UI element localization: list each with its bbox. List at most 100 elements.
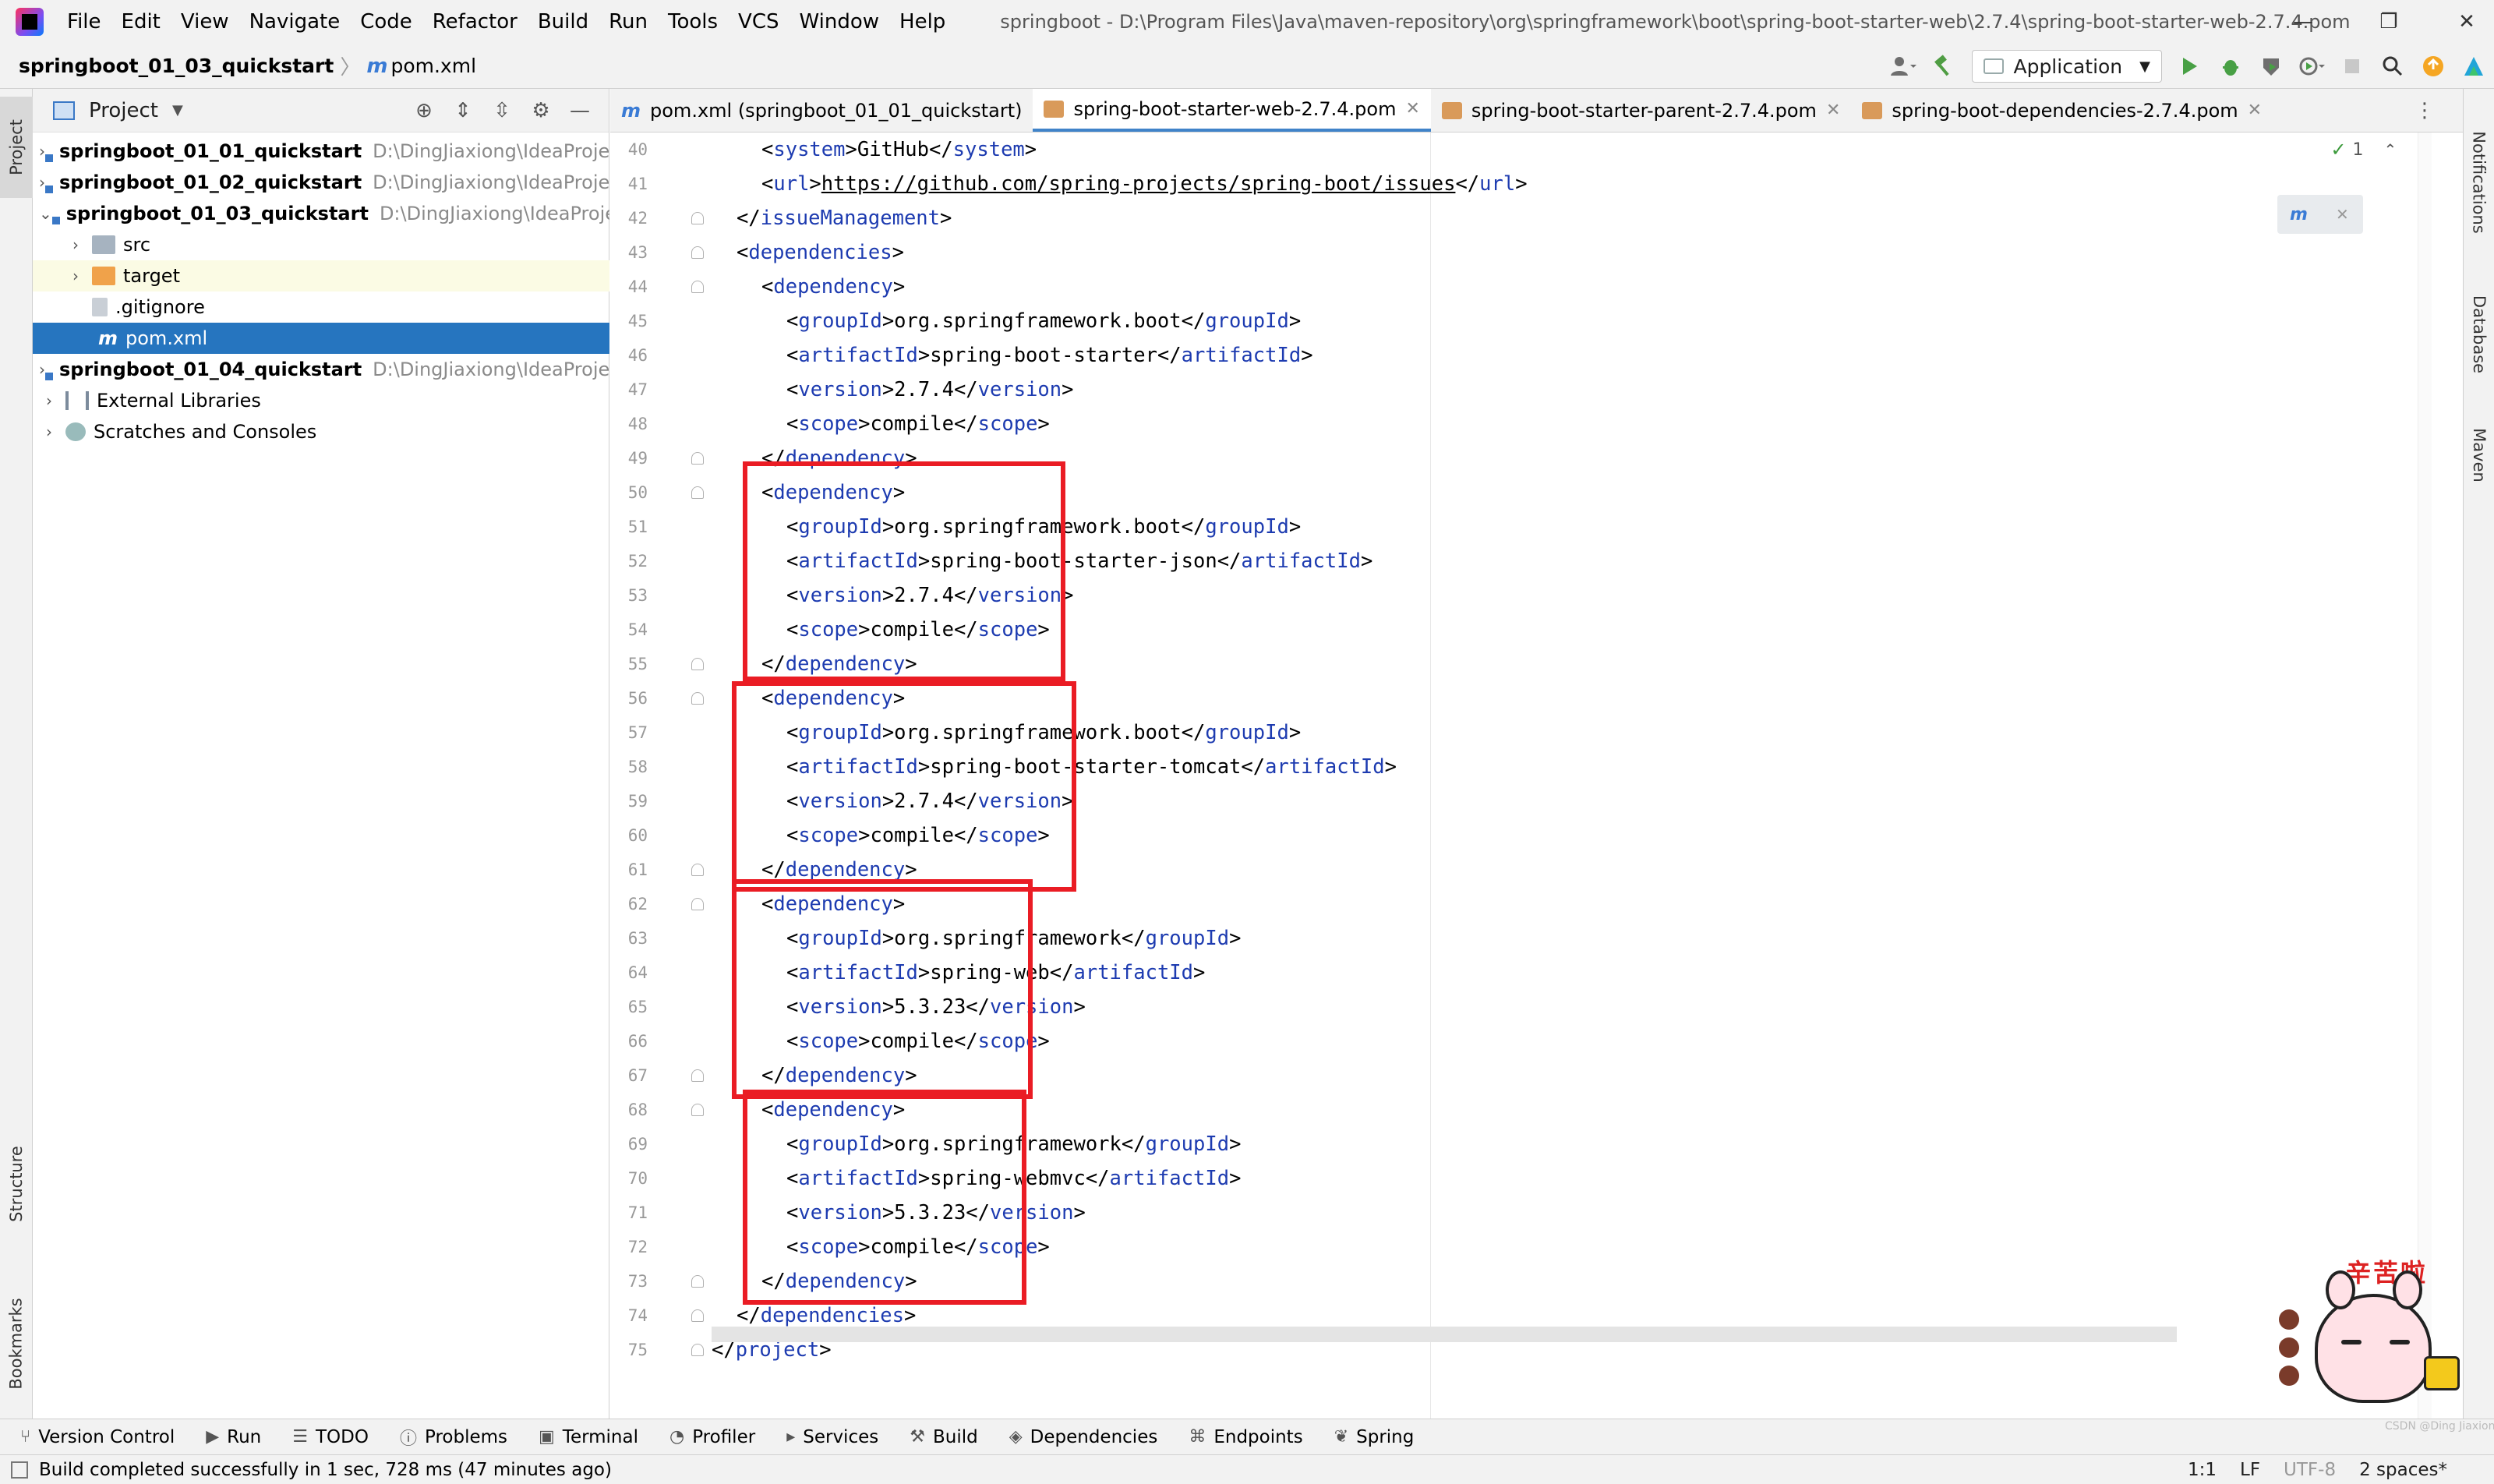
menu-vcs[interactable]: VCS (738, 10, 779, 34)
tree-item-pom-xml[interactable]: m pom.xml (33, 323, 609, 354)
tree-item-module-04[interactable]: › springboot_01_04_quickstart D:\DingJia… (33, 354, 609, 385)
close-window-button[interactable]: ✕ (2439, 0, 2494, 44)
locate-icon[interactable]: ⊕ (404, 99, 443, 122)
run-configuration-select[interactable]: Application ▼ (1972, 50, 2162, 83)
chevron-right-icon[interactable]: › (39, 173, 45, 192)
tree-item-target[interactable]: › target (33, 260, 609, 292)
tab-starter-parent-pom[interactable]: spring-boot-starter-parent-2.7.4.pom ✕ (1431, 89, 1851, 132)
menu-refactor[interactable]: Refactor (433, 10, 518, 34)
database-tool-tab[interactable]: Database (2464, 276, 2494, 393)
bottom-tab-problems[interactable]: ⓘ Problems (400, 1425, 507, 1450)
fold-marker-icon[interactable] (691, 1275, 704, 1288)
tree-item-src[interactable]: › src (33, 229, 609, 260)
fold-marker-icon[interactable] (691, 1344, 704, 1356)
code-line[interactable]: <dependency> (761, 270, 905, 304)
update-icon[interactable] (2418, 51, 2449, 82)
tree-item-module-03[interactable]: ⌄ springboot_01_03_quickstart D:\DingJia… (33, 198, 609, 229)
code-line[interactable]: <groupId>org.springframework.boot</group… (786, 304, 1301, 338)
fold-marker-icon[interactable] (691, 212, 704, 224)
more-tabs-icon[interactable]: ⋮ (2413, 89, 2436, 132)
menu-view[interactable]: View (181, 10, 229, 34)
bottom-tab-profiler[interactable]: ◔ Profiler (669, 1427, 755, 1447)
chevron-right-icon[interactable]: › (39, 360, 45, 379)
chevron-down-icon[interactable]: ⌄ (39, 204, 52, 223)
maven-reload-popup[interactable]: m ✕ (2277, 195, 2363, 234)
code-line[interactable]: <system>GitHub</system> (761, 132, 1037, 167)
fold-marker-icon[interactable] (691, 864, 704, 876)
search-icon[interactable] (2377, 51, 2408, 82)
debug-icon[interactable] (2215, 51, 2246, 82)
menu-help[interactable]: Help (899, 10, 945, 34)
chevron-right-icon[interactable]: › (39, 422, 59, 441)
bottom-tab-spring[interactable]: ❦ Spring (1334, 1427, 1415, 1447)
notifications-tool-tab[interactable]: Notifications (2464, 104, 2494, 260)
tree-item-scratches[interactable]: › Scratches and Consoles (33, 416, 609, 447)
inspection-widget[interactable]: ✓ 1 ⌃ ⌄ (2330, 139, 2430, 161)
fold-marker-icon[interactable] (691, 898, 704, 910)
horizontal-scrollbar[interactable] (712, 1327, 2177, 1342)
code-line[interactable]: </issueManagement> (737, 201, 952, 235)
line-separator[interactable]: LF (2240, 1460, 2260, 1480)
menu-navigate[interactable]: Navigate (249, 10, 341, 34)
vertical-scrollbar[interactable] (2418, 132, 2432, 1419)
bookmarks-tool-tab[interactable]: Bookmarks (0, 1274, 33, 1414)
bottom-tab-endpoints[interactable]: ⌘ Endpoints (1189, 1427, 1302, 1447)
menu-tools[interactable]: Tools (668, 10, 718, 34)
maven-tool-tab[interactable]: Maven (2464, 408, 2494, 502)
chevron-right-icon[interactable]: › (39, 391, 59, 410)
menu-code[interactable]: Code (360, 10, 412, 34)
hammer-build-icon[interactable] (1928, 51, 1959, 82)
minimize-button[interactable]: — (2276, 0, 2330, 44)
gear-icon[interactable]: ⚙ (521, 99, 560, 122)
code-line[interactable]: <artifactId>spring-boot-starter</artifac… (786, 338, 1313, 373)
fold-marker-icon[interactable] (691, 658, 704, 670)
close-icon[interactable]: ✕ (2336, 205, 2349, 224)
menu-window[interactable]: Window (800, 10, 880, 34)
tree-item-module-01[interactable]: › springboot_01_01_quickstart D:\DingJia… (33, 136, 609, 167)
close-icon[interactable]: ✕ (1405, 99, 1419, 118)
hide-icon[interactable]: — (560, 99, 599, 122)
bottom-tab-run[interactable]: ▶ Run (206, 1427, 261, 1447)
bottom-tab-build[interactable]: ⚒ Build (910, 1427, 977, 1447)
menu-run[interactable]: Run (609, 10, 648, 34)
fold-marker-icon[interactable] (691, 1309, 704, 1322)
close-icon[interactable]: ✕ (1826, 101, 1840, 120)
chevron-right-icon[interactable]: › (65, 267, 86, 285)
fold-marker-icon[interactable] (691, 246, 704, 259)
chevron-right-icon[interactable]: › (65, 235, 86, 254)
fold-marker-icon[interactable] (691, 1069, 704, 1082)
caret-position[interactable]: 1:1 (2188, 1460, 2217, 1480)
run-icon[interactable] (2174, 51, 2206, 82)
menu-edit[interactable]: Edit (122, 10, 161, 34)
breadcrumb-project[interactable]: springboot_01_03_quickstart (19, 55, 334, 77)
toggle-tool-windows-icon[interactable] (11, 1461, 28, 1479)
maven-reload-icon[interactable]: m (2290, 205, 2308, 224)
user-icon[interactable] (1888, 51, 1919, 82)
jetbrains-ai-icon[interactable] (2458, 51, 2489, 82)
code-line[interactable]: <url>https://github.com/spring-projects/… (761, 167, 1528, 201)
tree-item-module-02[interactable]: › springboot_01_02_quickstart D:\DingJia… (33, 167, 609, 198)
tree-item-gitignore[interactable]: .gitignore (33, 292, 609, 323)
chevron-right-icon[interactable]: › (39, 142, 45, 161)
code-line[interactable]: <scope>compile</scope> (786, 407, 1050, 441)
tab-pom-xml-01[interactable]: m pom.xml (springboot_01_01_quickstart) (610, 89, 1033, 132)
url-link[interactable]: https://github.com/spring-projects/sprin… (821, 172, 1456, 196)
code-editor[interactable]: 40 41 42 43 44 45 46 47 48 49 50 51 52 53 54 55 56 57 58 59… (610, 132, 2463, 1419)
collapse-all-icon[interactable]: ⇳ (482, 99, 521, 122)
bottom-tab-services[interactable]: ▸ Services (786, 1427, 878, 1447)
chevron-down-icon[interactable]: ▼ (172, 102, 183, 118)
code-line[interactable]: <dependencies> (737, 235, 904, 270)
bottom-tab-terminal[interactable]: ▣ Terminal (539, 1427, 638, 1447)
tab-dependencies-pom[interactable]: spring-boot-dependencies-2.7.4.pom ✕ (1851, 89, 2273, 132)
menu-file[interactable]: File (67, 10, 101, 34)
indent-setting[interactable]: 2 spaces* (2359, 1460, 2447, 1480)
chevron-up-icon[interactable]: ⌃ (2383, 140, 2397, 159)
menu-build[interactable]: Build (538, 10, 588, 34)
stop-icon[interactable] (2337, 51, 2368, 82)
fold-marker-icon[interactable] (691, 692, 704, 705)
project-panel-title[interactable]: Project (89, 99, 158, 122)
bottom-tab-todo[interactable]: ☰ TODO (292, 1427, 369, 1447)
file-encoding[interactable]: UTF-8 (2284, 1460, 2336, 1480)
tree-item-external-libraries[interactable]: › External Libraries (33, 385, 609, 416)
profile-icon[interactable] (2296, 51, 2327, 82)
